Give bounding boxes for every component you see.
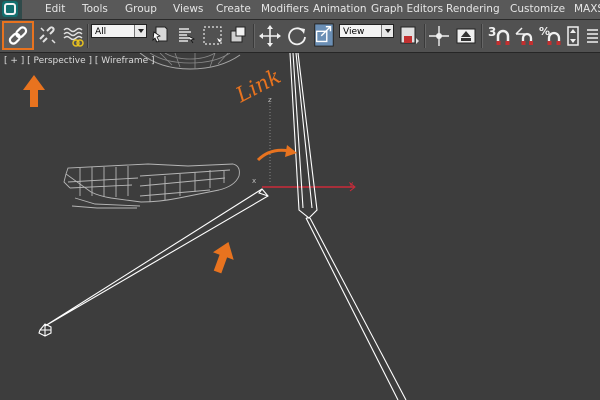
unlink-icon[interactable] [37,24,57,48]
reference-coordinate-dropdown[interactable]: View [339,24,394,38]
angle-snap-toggle-icon[interactable] [514,24,536,48]
menu-views[interactable]: Views [173,3,203,16]
select-and-move-icon[interactable] [259,24,281,48]
link-chain-icon [8,26,28,45]
menu-bar: Edit Tools Group Views Create Modifiers … [0,0,600,20]
menu-tools[interactable]: Tools [82,3,108,16]
axis-x-label: x [252,177,256,185]
percent-snap-toggle-icon[interactable] [547,24,561,48]
sphere-wireframe[interactable] [139,53,241,70]
reference-coordinate-value: View [343,27,365,37]
menu-modifiers[interactable]: Modifiers [261,3,309,16]
menu-animation[interactable]: Animation [313,3,367,16]
scene-canvas[interactable]: y z x [0,53,600,400]
arrow-up-annotation-icon [23,75,45,107]
bind-space-warp-icon[interactable] [62,24,84,48]
main-toolbar: All View 3 % [0,20,600,53]
select-object-icon[interactable] [151,24,171,48]
menu-edit[interactable]: Edit [45,3,65,16]
menu-create[interactable]: Create [216,3,251,16]
select-and-manipulate-icon[interactable] [429,24,449,48]
axis-y-label: y [349,180,353,188]
edit-named-selection-icon[interactable] [585,24,600,48]
selection-filter-value: All [95,27,107,37]
menu-customize[interactable]: Customize [510,3,565,16]
spinner-snap-toggle-icon[interactable] [566,24,580,48]
menu-maxscript[interactable]: MAXS [574,3,600,16]
window-crossing-icon[interactable] [228,24,248,48]
bone-vertical[interactable] [289,53,318,219]
menu-group[interactable]: Group [125,3,157,16]
select-and-link-button[interactable] [2,21,34,50]
select-by-name-icon[interactable] [176,24,196,48]
use-pivot-center-icon[interactable] [398,24,420,48]
bone-lower[interactable] [305,217,407,400]
arm-wireframe-mesh[interactable] [63,163,240,209]
chevron-down-icon [134,25,146,37]
snaps-toggle-icon[interactable] [496,24,510,48]
app-window: Edit Tools Group Views Create Modifiers … [0,0,600,400]
rectangular-selection-icon[interactable] [202,24,224,48]
keyboard-shortcut-override-icon[interactable] [455,24,477,48]
select-and-rotate-icon[interactable] [286,24,308,48]
select-and-scale-icon[interactable] [313,23,335,47]
menu-rendering[interactable]: Rendering [446,3,500,16]
app-logo-icon[interactable] [0,0,22,19]
pivot-axis-gizmo: y z x [252,96,356,192]
menu-graph-editors[interactable]: Graph Editors [371,3,443,16]
axis-z-label: z [268,96,272,104]
chevron-down-icon [381,25,393,37]
selection-filter-dropdown[interactable]: All [91,24,147,38]
viewport-label[interactable]: [ + ] [ Perspective ] [ Wireframe ] [4,56,155,66]
perspective-viewport[interactable]: y z x [+] [Perspective] [Wireframe … [0,53,600,400]
